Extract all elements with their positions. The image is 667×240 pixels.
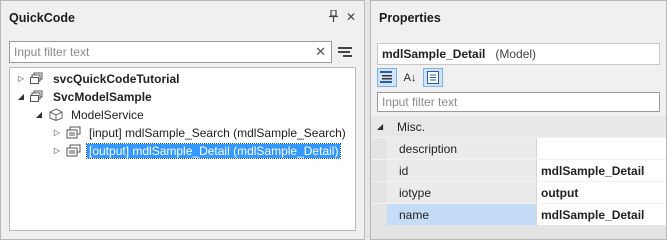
tree-item-label: svcQuickCodeTutorial	[53, 71, 180, 86]
row-gutter	[371, 182, 387, 203]
properties-filter-input[interactable]	[378, 93, 659, 111]
tree-item-label: ModelService	[71, 107, 144, 122]
quickcode-title-actions: ✕	[328, 9, 356, 25]
collapse-arrow-icon[interactable]: ◢	[377, 122, 389, 131]
row-gutter	[371, 204, 387, 225]
properties-panel: Properties mdlSample_Detail (Model) A↓ ◢…	[370, 0, 667, 240]
selected-object-type: (Model)	[495, 47, 537, 61]
property-value[interactable]: mdlSample_Detail	[537, 160, 666, 181]
tree-item-svcmodelsample[interactable]: ◢ SvcModelSample	[16, 88, 154, 105]
pin-icon[interactable]	[328, 9, 338, 25]
property-name: description	[387, 138, 537, 159]
tree-item-modelservice[interactable]: ◢ ModelService	[34, 106, 146, 123]
quickcode-title: QuickCode	[9, 11, 75, 25]
expand-arrow-icon[interactable]: ▷	[52, 128, 62, 137]
quickcode-filter-row: ✕	[9, 41, 356, 63]
collapse-arrow-icon[interactable]: ◢	[16, 92, 26, 101]
clear-filter-icon[interactable]: ✕	[315, 44, 326, 60]
property-grid: ◢ Misc. description id mdlSample_Detail …	[371, 116, 666, 239]
property-name: iotype	[387, 182, 537, 203]
property-name: name	[387, 204, 537, 225]
quickcode-filter-box: ✕	[9, 41, 332, 63]
service-icon	[30, 72, 43, 84]
tree-item-label: SvcModelSample	[53, 89, 152, 104]
tree-item-output-model[interactable]: ▷ [output] mdlSample_Detail (mdlSample_D…	[52, 142, 342, 159]
quickcode-filter-input[interactable]	[10, 42, 331, 62]
property-value[interactable]: output	[537, 182, 666, 203]
property-row-id[interactable]: id mdlSample_Detail	[371, 159, 666, 181]
row-gutter	[371, 160, 387, 181]
model-icon	[66, 126, 81, 139]
properties-title: Properties	[379, 11, 441, 25]
selected-object-name: mdlSample_Detail	[382, 47, 486, 61]
expand-arrow-icon[interactable]: ▷	[52, 146, 62, 155]
expand-arrow-icon[interactable]: ▷	[16, 74, 26, 83]
tree-item-input-model[interactable]: ▷ [input] mdlSample_Search (mdlSample_Se…	[52, 124, 348, 141]
filter-options-icon[interactable]	[338, 44, 356, 60]
model-service-icon	[49, 108, 63, 121]
properties-filter-box	[377, 92, 660, 112]
model-icon	[66, 144, 81, 157]
property-name: id	[387, 160, 537, 181]
close-icon[interactable]: ✕	[346, 10, 356, 25]
selected-object-header[interactable]: mdlSample_Detail (Model)	[377, 43, 660, 65]
quickcode-panel: QuickCode ✕ ✕ ▷ svcQuickCodeTutorial ◢ S…	[0, 0, 365, 240]
row-gutter	[371, 138, 387, 159]
categorized-icon	[380, 71, 392, 83]
property-value[interactable]	[537, 138, 666, 159]
property-pages-icon	[427, 71, 439, 84]
category-misc[interactable]: ◢ Misc.	[371, 116, 666, 137]
tree-item-label: [input] mdlSample_Search (mdlSample_Sear…	[89, 125, 346, 140]
tree-item-label-selected: [output] mdlSample_Detail (mdlSample_Det…	[85, 142, 342, 159]
quickcode-tree: ▷ svcQuickCodeTutorial ◢ SvcModelSample …	[9, 67, 356, 231]
category-label: Misc.	[397, 119, 425, 134]
properties-toolbar: A↓	[377, 68, 443, 88]
sort-alpha-icon: A↓	[403, 71, 417, 84]
property-pages-button[interactable]	[423, 68, 443, 87]
service-icon	[30, 90, 43, 102]
property-value[interactable]: mdlSample_Detail	[537, 204, 666, 225]
property-row-iotype[interactable]: iotype output	[371, 181, 666, 203]
tree-item-svcquickcodetutorial[interactable]: ▷ svcQuickCodeTutorial	[16, 70, 181, 87]
alphabetical-view-button[interactable]: A↓	[400, 68, 420, 87]
categorized-view-button[interactable]	[377, 68, 397, 87]
collapse-arrow-icon[interactable]: ◢	[34, 110, 44, 119]
property-row-description[interactable]: description	[371, 137, 666, 159]
property-row-name[interactable]: name mdlSample_Detail	[371, 203, 666, 225]
